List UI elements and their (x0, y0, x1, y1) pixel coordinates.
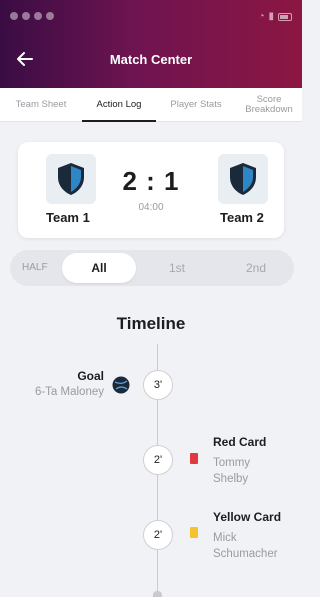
wifi-icon: ◔ (258, 11, 265, 22)
away-team-name: Team 2 (220, 210, 264, 225)
signal-icon: ▮ (268, 11, 274, 22)
yellow-card-icon (190, 527, 198, 538)
app-header: ◔ ▮ Match Center (0, 0, 302, 88)
page-title: Match Center (109, 52, 193, 67)
active-tab-indicator (82, 120, 156, 122)
tab-player-stats[interactable]: Player Stats (158, 88, 234, 122)
half-filter-all[interactable]: All (62, 253, 136, 283)
half-filter-1st[interactable]: 1st (140, 253, 214, 283)
status-bar: ◔ ▮ (0, 0, 302, 36)
half-filter: HALF All 1st 2nd (10, 250, 294, 286)
event-player: Tommy Shelby (213, 457, 251, 485)
half-filter-2nd[interactable]: 2nd (220, 253, 292, 283)
event-player: Mick Schumacher (213, 532, 278, 560)
score-card: Team 1 2 : 1 04:00 Team 2 (18, 142, 284, 238)
tab-action-log[interactable]: Action Log (82, 88, 156, 122)
soccer-ball-icon (112, 376, 130, 394)
shield-icon (230, 163, 256, 195)
event-title-goal: Goal (77, 369, 104, 383)
tab-score-breakdown[interactable]: Score Breakdown (236, 88, 302, 122)
tab-team-sheet[interactable]: Team Sheet (2, 88, 80, 122)
battery-icon (278, 13, 292, 21)
red-card-icon (190, 453, 198, 464)
timeline-next-bubble (153, 591, 162, 597)
event-minute[interactable]: 2' (143, 445, 173, 475)
away-team-logo[interactable] (218, 154, 268, 204)
event-title-yellow-card: Yellow Card (213, 510, 282, 524)
status-notifications (10, 12, 54, 20)
status-system-icons: ◔ ▮ (258, 12, 292, 22)
tab-bar: Team Sheet Action Log Player Stats Score… (0, 88, 302, 122)
event-player: 6-Ta Maloney (34, 386, 104, 398)
event-title-red-card: Red Card (213, 435, 267, 449)
event-minute[interactable]: 2' (143, 520, 173, 550)
event-minute[interactable]: 3' (143, 370, 173, 400)
half-filter-label: HALF (22, 262, 48, 273)
timeline-title: Timeline (116, 314, 186, 333)
